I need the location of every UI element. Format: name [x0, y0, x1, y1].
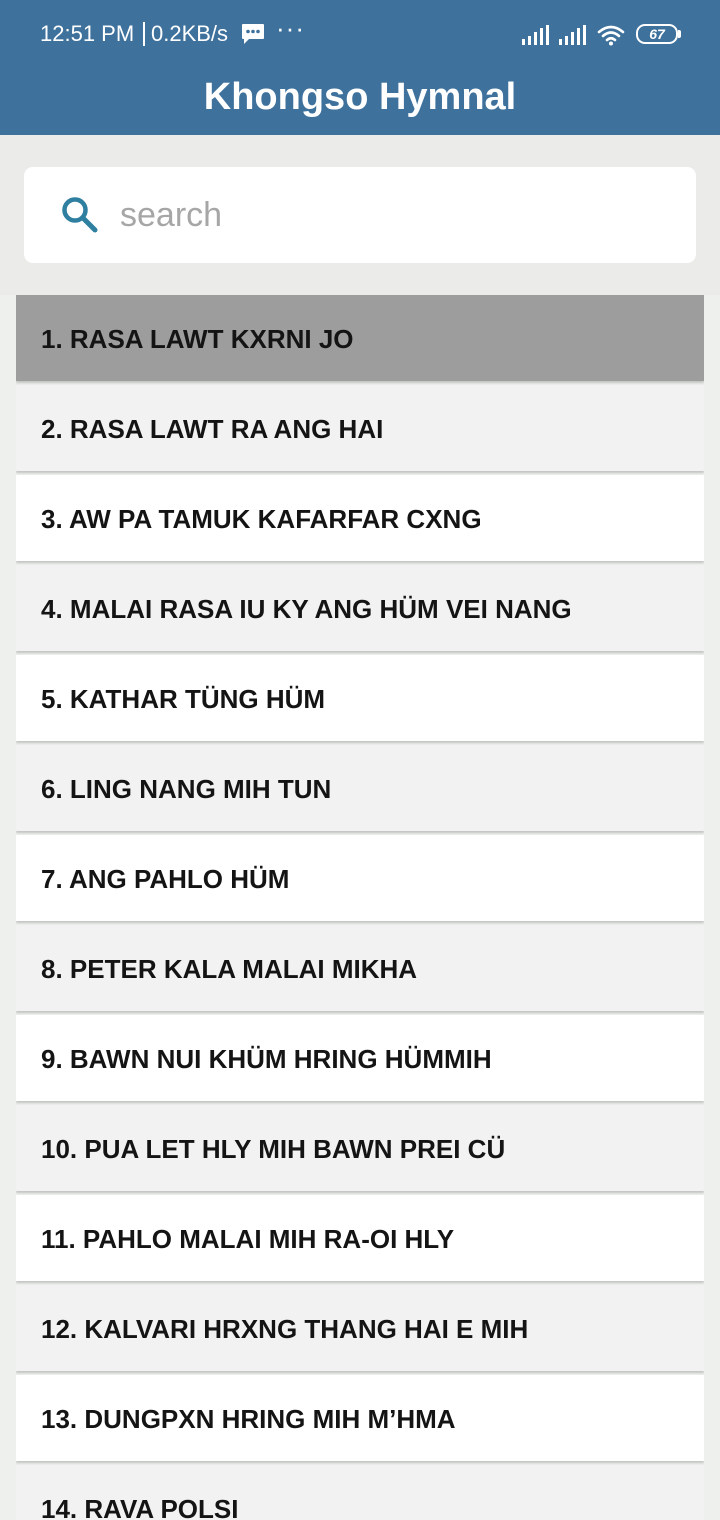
search-input[interactable]	[120, 187, 660, 243]
list-item-label: 12. KALVARI HRXNG THANG HAI E MIH	[41, 1314, 529, 1344]
list-item-label: 2. RASA LAWT RA ANG HAI	[41, 414, 384, 444]
list-item-label: 5. KATHAR TÜNG HÜM	[41, 684, 326, 714]
list-item[interactable]: 12. KALVARI HRXNG THANG HAI E MIH	[16, 1285, 704, 1371]
list-item-label: 3. AW PA TAMUK KAFARFAR CXNG	[41, 504, 482, 534]
list-item[interactable]: 1. RASA LAWT KXRNI JO	[16, 295, 704, 381]
list-item[interactable]: 7. ANG PAHLO HÜM	[16, 835, 704, 921]
list-item-label: 1. RASA LAWT KXRNI JO	[41, 324, 354, 354]
status-divider	[143, 22, 145, 46]
search-icon	[62, 197, 98, 233]
signal-icon	[522, 25, 549, 45]
list-item[interactable]: 9. BAWN NUI KHÜM HRING HÜMMIH	[16, 1015, 704, 1101]
search-area	[0, 135, 720, 295]
list-item[interactable]: 10. PUA LET HLY MIH BAWN PREI CÜ	[16, 1105, 704, 1191]
list-item-label: 11. PAHLO MALAI MIH RA-OI HLY	[41, 1224, 455, 1254]
network-speed: 0.2KB/s	[151, 21, 229, 46]
hymn-list: 1. RASA LAWT KXRNI JO 2. RASA LAWT RA AN…	[16, 295, 704, 1520]
battery-icon: 67	[636, 24, 681, 44]
list-item[interactable]: 8. PETER KALA MALAI MIKHA	[16, 925, 704, 1011]
message-icon	[242, 24, 264, 44]
list-item[interactable]: 11. PAHLO MALAI MIH RA-OI HLY	[16, 1195, 704, 1281]
more-notifications-icon: ···	[276, 13, 305, 43]
list-item[interactable]: 3. AW PA TAMUK KAFARFAR CXNG	[16, 475, 704, 561]
list-item-label: 9. BAWN NUI KHÜM HRING HÜMMIH	[41, 1044, 492, 1074]
app-bar: 12:51 PM 0.2KB/s ··· 67 Khongso Hymnal	[0, 0, 720, 135]
list-item-label: 8. PETER KALA MALAI MIKHA	[41, 954, 418, 984]
list-item-label: 10. PUA LET HLY MIH BAWN PREI CÜ	[41, 1134, 506, 1164]
list-item[interactable]: 13. DUNGPXN HRING MIH M’HMA	[16, 1375, 704, 1461]
list-item-label: 7. ANG PAHLO HÜM	[41, 864, 290, 894]
list-item-label: 4. MALAI RASA IU KY ANG HÜM VEI NANG	[41, 594, 572, 624]
list-item[interactable]: 2. RASA LAWT RA ANG HAI	[16, 385, 704, 471]
list-item-label: 6. LING NANG MIH TUN	[41, 774, 332, 804]
battery-level: 67	[636, 24, 678, 44]
list-item[interactable]: 5. KATHAR TÜNG HÜM	[16, 655, 704, 741]
list-item[interactable]: 6. LING NANG MIH TUN	[16, 745, 704, 831]
status-time: 12:51 PM	[40, 21, 135, 46]
list-item-label: 13. DUNGPXN HRING MIH M’HMA	[41, 1404, 456, 1434]
search-box[interactable]	[24, 167, 696, 263]
signal-icon	[559, 25, 586, 45]
list-item-label: 14. RAVA POLSI	[41, 1494, 239, 1520]
list-item[interactable]: 4. MALAI RASA IU KY ANG HÜM VEI NANG	[16, 565, 704, 651]
wifi-icon	[597, 25, 625, 46]
app-title: Khongso Hymnal	[203, 76, 517, 118]
status-bar: 12:51 PM 0.2KB/s ··· 67	[0, 0, 720, 70]
battery-tip	[678, 30, 681, 38]
list-item[interactable]: 14. RAVA POLSI	[16, 1465, 704, 1520]
